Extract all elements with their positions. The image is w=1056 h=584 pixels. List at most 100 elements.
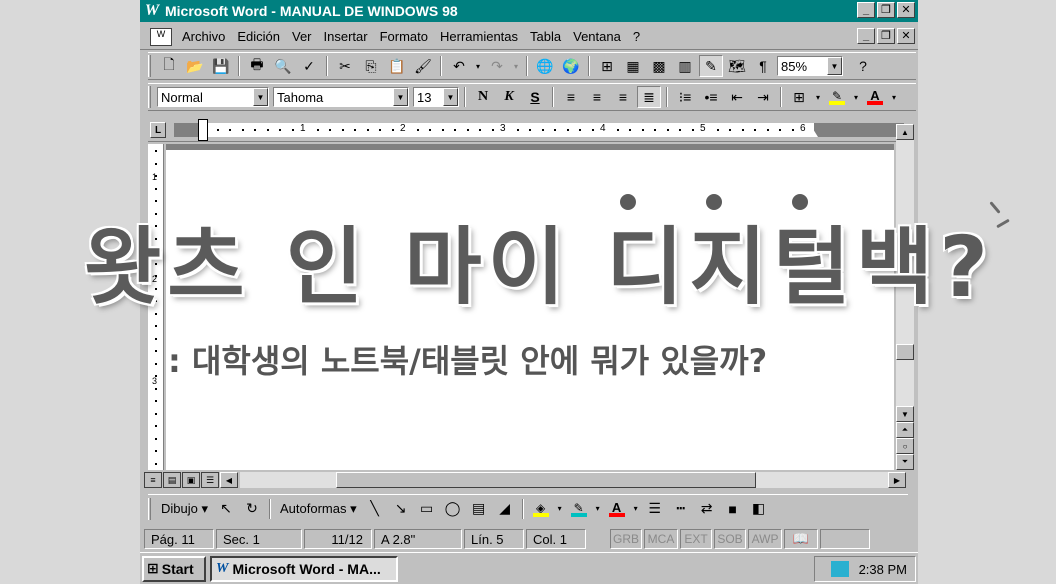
free-rotate-icon[interactable]: ↻ bbox=[240, 498, 264, 520]
hscroll-thumb[interactable] bbox=[336, 472, 756, 488]
columns-icon[interactable]: ▥ bbox=[673, 55, 697, 77]
menu-herramientas[interactable]: Herramientas bbox=[434, 29, 524, 44]
underline-button[interactable]: S bbox=[523, 86, 547, 108]
3d-icon[interactable]: ◧ bbox=[747, 498, 771, 520]
document-icon[interactable]: W bbox=[150, 27, 172, 46]
chevron-down-icon[interactable]: ▼ bbox=[253, 88, 268, 106]
align-right-icon[interactable]: ≡ bbox=[611, 86, 635, 108]
doc-minimize-button[interactable]: _ bbox=[857, 28, 875, 44]
menu-tabla[interactable]: Tabla bbox=[524, 29, 567, 44]
shadow-icon[interactable]: ■ bbox=[721, 498, 745, 520]
chevron-down-icon[interactable]: ▼ bbox=[443, 88, 458, 106]
web-toolbar-icon[interactable]: 🌍 bbox=[559, 55, 583, 77]
start-button[interactable]: ⊞ Start bbox=[142, 555, 206, 582]
draw-menu-button[interactable]: Dibujo ▾ bbox=[157, 501, 212, 517]
document-map-icon[interactable]: 🗺 bbox=[725, 55, 749, 77]
insert-table-icon[interactable]: ▦ bbox=[621, 55, 645, 77]
style-select[interactable]: Normal ▼ bbox=[157, 87, 269, 107]
status-rec[interactable]: GRB bbox=[610, 529, 642, 549]
right-indent-icon[interactable] bbox=[808, 129, 818, 137]
tables-borders-icon[interactable]: ⊞ bbox=[595, 55, 619, 77]
open-folder-icon[interactable]: 📂 bbox=[183, 55, 207, 77]
spelling-icon[interactable]: ✓ bbox=[297, 55, 321, 77]
scroll-right-icon[interactable]: ▶ bbox=[888, 472, 906, 488]
tray-clock[interactable]: 2:38 PM bbox=[859, 562, 907, 577]
menu-formato[interactable]: Formato bbox=[374, 29, 434, 44]
browse-object-icon[interactable]: ○ bbox=[896, 438, 914, 454]
format-painter-icon[interactable]: 🖌 bbox=[411, 55, 435, 77]
close-button[interactable]: ✕ bbox=[897, 2, 915, 18]
copy-icon[interactable]: ⎘ bbox=[359, 55, 383, 77]
bullets-icon[interactable]: •≡ bbox=[699, 86, 723, 108]
new-document-icon[interactable]: 🗋 bbox=[157, 55, 181, 77]
menu-insertar[interactable]: Insertar bbox=[318, 29, 374, 44]
horizontal-ruler[interactable]: L 1 2 3 4 5 6 bbox=[148, 118, 908, 142]
chevron-down-icon[interactable]: ▼ bbox=[393, 88, 408, 106]
show-hide-icon[interactable]: ¶ bbox=[751, 55, 775, 77]
restore-button[interactable]: ❐ bbox=[877, 2, 895, 18]
taskbar-word-button[interactable]: W Microsoft Word - MA... bbox=[210, 555, 398, 582]
text-box-icon[interactable]: ▤ bbox=[467, 498, 491, 520]
page-view-icon[interactable]: ▣ bbox=[182, 472, 200, 488]
justify-icon[interactable]: ≣ bbox=[637, 86, 661, 108]
scroll-down-icon[interactable]: ▼ bbox=[896, 406, 914, 422]
insert-hyperlink-icon[interactable]: 🌐 bbox=[533, 55, 557, 77]
menu-ver[interactable]: Ver bbox=[286, 29, 318, 44]
status-ovr[interactable]: SOB bbox=[714, 529, 746, 549]
oval-icon[interactable]: ◯ bbox=[441, 498, 465, 520]
indent-marker-icon[interactable] bbox=[198, 119, 208, 141]
font-select[interactable]: Tahoma ▼ bbox=[273, 87, 409, 107]
toolbar-grip[interactable] bbox=[148, 86, 151, 108]
draw-font-color-icon[interactable]: A bbox=[605, 498, 629, 520]
web-view-icon[interactable]: ▤ bbox=[163, 472, 181, 488]
fill-dropdown-icon[interactable]: ▾ bbox=[555, 498, 565, 520]
menu-help[interactable]: ? bbox=[627, 29, 646, 44]
borders-dropdown-icon[interactable]: ▾ bbox=[813, 86, 823, 108]
select-pointer-icon[interactable]: ↖ bbox=[214, 498, 238, 520]
toolbar-grip[interactable] bbox=[148, 55, 151, 77]
align-left-icon[interactable]: ≡ bbox=[559, 86, 583, 108]
doc-close-button[interactable]: ✕ bbox=[897, 28, 915, 44]
status-trk[interactable]: MCA bbox=[644, 529, 678, 549]
font-size-select[interactable]: 13 ▼ bbox=[413, 87, 459, 107]
cut-icon[interactable]: ✂ bbox=[333, 55, 357, 77]
redo-dropdown-icon[interactable]: ▾ bbox=[511, 55, 521, 77]
outline-view-icon[interactable]: ☰ bbox=[201, 472, 219, 488]
undo-dropdown-icon[interactable]: ▾ bbox=[473, 55, 483, 77]
align-center-icon[interactable]: ≡ bbox=[585, 86, 609, 108]
scroll-left-icon[interactable]: ◀ bbox=[220, 472, 238, 488]
font-color-dropdown-icon[interactable]: ▾ bbox=[889, 86, 899, 108]
rectangle-icon[interactable]: ▭ bbox=[415, 498, 439, 520]
redo-icon[interactable]: ↷ bbox=[485, 55, 509, 77]
save-disk-icon[interactable]: 💾 bbox=[209, 55, 233, 77]
print-preview-icon[interactable]: 🔍 bbox=[271, 55, 295, 77]
previous-page-icon[interactable]: ⏶ bbox=[896, 422, 914, 438]
tray-app-icon[interactable] bbox=[830, 561, 849, 577]
dash-style-icon[interactable]: ┅ bbox=[669, 498, 693, 520]
wordart-icon[interactable]: ◢ bbox=[493, 498, 517, 520]
paste-icon[interactable]: 📋 bbox=[385, 55, 409, 77]
minimize-button[interactable]: _ bbox=[857, 2, 875, 18]
title-bar[interactable]: W Microsoft Word - MANUAL DE WINDOWS 98 … bbox=[140, 0, 918, 22]
italic-button[interactable]: K bbox=[497, 86, 521, 108]
doc-restore-button[interactable]: ❐ bbox=[877, 28, 895, 44]
undo-icon[interactable]: ↶ bbox=[447, 55, 471, 77]
borders-icon[interactable]: ⊞ bbox=[787, 86, 811, 108]
normal-view-icon[interactable]: ≡ bbox=[144, 472, 162, 488]
toolbar-grip[interactable] bbox=[148, 497, 151, 520]
arrow-style-icon[interactable]: ⇄ bbox=[695, 498, 719, 520]
numbering-icon[interactable]: ⁝≡ bbox=[673, 86, 697, 108]
spelling-status-icon[interactable]: 📖 bbox=[784, 529, 818, 549]
scroll-up-icon[interactable]: ▲ bbox=[896, 124, 914, 140]
menu-archivo[interactable]: Archivo bbox=[176, 29, 231, 44]
menu-edicion[interactable]: Edición bbox=[231, 29, 286, 44]
highlight-dropdown-icon[interactable]: ▾ bbox=[851, 86, 861, 108]
line-style-icon[interactable]: ☰ bbox=[643, 498, 667, 520]
print-icon[interactable]: 🖶 bbox=[245, 55, 269, 77]
font-color-icon[interactable]: A bbox=[863, 86, 887, 108]
tab-selector[interactable]: L bbox=[150, 122, 166, 138]
status-wph[interactable]: AWP bbox=[748, 529, 782, 549]
drawing-icon[interactable]: ✎ bbox=[699, 55, 723, 77]
line-color-icon[interactable]: ✎ bbox=[567, 498, 591, 520]
line-icon[interactable]: ╲ bbox=[363, 498, 387, 520]
